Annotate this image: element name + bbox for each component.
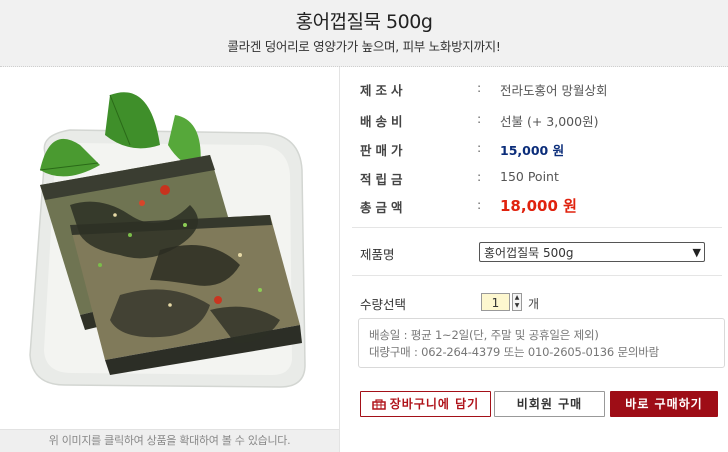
maker-value: 전라도홍어 망월상회 (500, 83, 608, 98)
image-caption: 위 이미지를 클릭하여 상품을 확대하여 볼 수 있습니다. (0, 429, 339, 452)
chevron-down-icon: ▼ (692, 246, 701, 259)
divider (352, 275, 722, 276)
cart-icon (372, 398, 386, 410)
guest-purchase-button[interactable]: 비회원 구매 (494, 391, 605, 417)
quantity-unit: 개 (528, 297, 540, 311)
product-info-panel: 제조사 : 전라도홍어 망월상회 배송비 : 선불 (+ 3,000원) 판매가… (340, 67, 728, 452)
points-label: 적립금 (360, 172, 407, 187)
product-header: 홍어껍질묵 500g 콜라겐 덩어리로 영양가가 높으며, 피부 노화방지까지! (0, 0, 728, 67)
quantity-label: 수량선택 (360, 297, 407, 312)
add-to-cart-label: 장바구니에 담기 (389, 397, 480, 411)
spinner-up-icon[interactable]: ▲ (513, 294, 521, 302)
colon: : (477, 197, 482, 212)
colon: : (477, 111, 482, 126)
shipping-notice: 배송일 : 평균 1~2일(단, 주말 및 공휴일은 제외) 대량구매 : 06… (358, 318, 725, 368)
spinner-down-icon[interactable]: ▼ (513, 302, 521, 310)
product-title: 홍어껍질묵 500g (295, 11, 433, 33)
quantity-input[interactable]: 1 (481, 293, 510, 311)
price-label: 판매가 (360, 143, 407, 158)
product-photo[interactable] (10, 75, 330, 427)
buy-now-button[interactable]: 바로 구매하기 (610, 391, 718, 417)
product-subtitle: 콜라겐 덩어리로 영양가가 높으며, 피부 노화방지까지! (227, 39, 501, 54)
product-select-value: 홍어껍질묵 500g (484, 246, 574, 260)
shipping-value: 선불 (+ 3,000원) (500, 114, 599, 129)
image-panel: 위 이미지를 클릭하여 상품을 확대하여 볼 수 있습니다. (0, 67, 340, 452)
total-value: 18,000 원 (500, 197, 577, 215)
add-to-cart-button[interactable]: 장바구니에 담기 (360, 391, 491, 417)
colon: : (477, 169, 482, 184)
price-value: 15,000 원 (500, 143, 565, 158)
notice-bulk-order: 대량구매 : 062-264-4379 또는 010-2605-0136 문의바… (369, 345, 659, 359)
product-select[interactable]: 홍어껍질묵 500g ▼ (479, 242, 705, 262)
divider (352, 227, 722, 228)
shipping-label: 배송비 (360, 114, 407, 129)
points-value: 150 Point (500, 169, 559, 184)
quantity-stepper[interactable]: ▲ ▼ (512, 293, 522, 311)
product-option-label: 제품명 (360, 247, 395, 262)
maker-label: 제조사 (360, 83, 407, 98)
colon: : (477, 140, 482, 155)
total-label: 총금액 (360, 200, 407, 215)
colon: : (477, 80, 482, 95)
notice-delivery: 배송일 : 평균 1~2일(단, 주말 및 공휴일은 제외) (369, 328, 599, 342)
